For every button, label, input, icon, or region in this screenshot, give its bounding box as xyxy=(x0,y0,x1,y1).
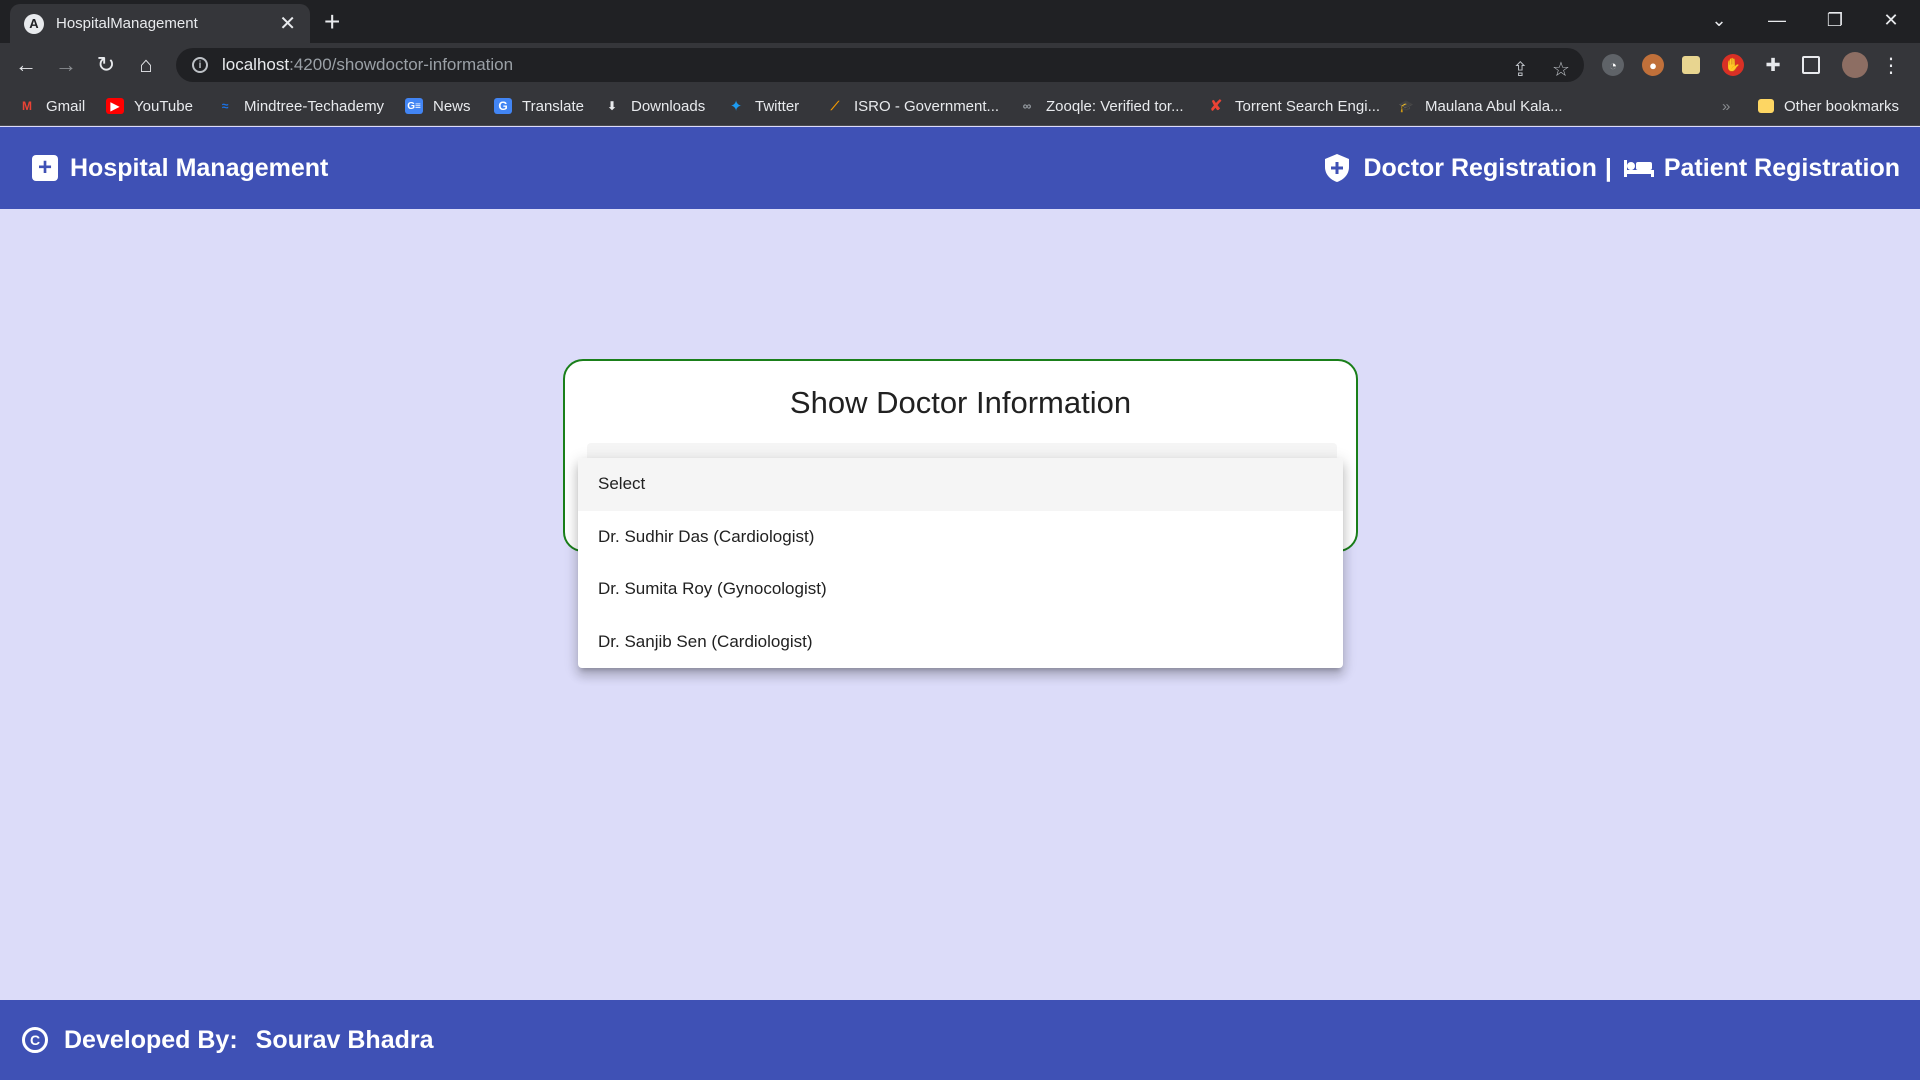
bookmark-news[interactable]: G≡ News xyxy=(405,87,471,125)
copyright-icon: C xyxy=(22,1027,48,1053)
bookmark-youtube[interactable]: ▶ YouTube xyxy=(106,87,193,125)
mindtree-icon: ≈ xyxy=(221,99,229,113)
tab-search-icon[interactable]: ⌄ xyxy=(1690,0,1748,40)
twitter-icon: ✦ xyxy=(729,98,743,115)
forward-arrow-icon[interactable]: → xyxy=(52,51,80,79)
app-brand[interactable]: + Hospital Management xyxy=(32,127,328,209)
bookmark-downloads[interactable]: ⬇ Downloads xyxy=(603,87,705,125)
nav-separator: | xyxy=(1604,153,1612,182)
shield-icon xyxy=(1325,154,1350,182)
app-footer: C Developed By: Sourav Bhadra xyxy=(0,1000,1920,1080)
bookmark-star-icon[interactable]: ☆ xyxy=(1552,57,1570,82)
bookmark-maulana[interactable]: 🎓 Maulana Abul Kala... xyxy=(1397,87,1563,125)
close-window-button[interactable]: ✕ xyxy=(1862,0,1920,40)
reload-icon[interactable]: ↻ xyxy=(92,51,120,79)
patient-registration-label: Patient Registration xyxy=(1663,153,1900,182)
bookmarks-bar: M Gmail ▶ YouTube ≈ Mindtree-Techademy G≡ Ne… xyxy=(0,87,1920,126)
torrent-icon: ✘ xyxy=(1209,98,1223,115)
translate-icon: G xyxy=(494,98,512,114)
footer-author: Sourav Bhadra xyxy=(255,1025,434,1054)
doctor-registration-label: Doctor Registration xyxy=(1363,153,1597,182)
news-icon: G≡ xyxy=(405,98,423,114)
minimize-button[interactable]: — xyxy=(1748,0,1806,40)
extensions-puzzle-icon[interactable]: ✚ xyxy=(1762,54,1784,76)
url-host: localhost xyxy=(222,55,290,74)
footer-label: Developed By: xyxy=(64,1025,238,1054)
share-icon[interactable]: ⇪ xyxy=(1512,57,1529,82)
browser-tab-strip: A HospitalManagement ✕ + ⌄ — ❐ ✕ xyxy=(0,0,1920,43)
bed-icon xyxy=(1623,160,1654,177)
side-panel-icon[interactable] xyxy=(1802,56,1820,74)
zooqle-icon: ∞ xyxy=(1022,99,1032,113)
angular-favicon-icon: A xyxy=(24,13,44,34)
header-nav: Doctor Registration | Patient Registrati… xyxy=(1325,127,1900,209)
doctor-registration-link[interactable]: Doctor Registration xyxy=(1325,153,1597,183)
download-icon: ⬇ xyxy=(606,99,618,113)
isro-icon: ⟋ xyxy=(830,98,840,113)
graduation-icon: 🎓 xyxy=(1398,99,1414,113)
home-icon[interactable]: ⌂ xyxy=(132,51,160,79)
brand-title: Hospital Management xyxy=(70,153,329,182)
bookmark-twitter[interactable]: ✦ Twitter xyxy=(727,87,799,125)
close-tab-icon[interactable]: ✕ xyxy=(279,11,296,36)
adblock-extension-icon[interactable]: ✋ xyxy=(1722,54,1744,76)
bookmark-gmail[interactable]: M Gmail xyxy=(18,87,85,125)
back-arrow-icon[interactable]: ← xyxy=(12,51,40,79)
cookie-extension-icon[interactable]: ● xyxy=(1642,54,1664,76)
select-option-sanjib-sen[interactable]: Dr. Sanjib Sen (Cardiologist) xyxy=(578,616,1343,669)
app-header: + Hospital Management Doctor Registratio… xyxy=(0,127,1920,209)
address-bar[interactable]: i localhost :4200/showdoctor-information… xyxy=(176,48,1584,82)
bookmark-torrent[interactable]: ✘ Torrent Search Engi... xyxy=(1207,87,1380,125)
bookmark-translate[interactable]: G Translate xyxy=(494,87,584,125)
restore-button[interactable]: ❐ xyxy=(1806,0,1864,40)
browser-toolbar: ← → ↻ ⌂ i localhost :4200/showdoctor-inf… xyxy=(0,43,1920,87)
extension-1-icon[interactable]: ◔ xyxy=(1602,54,1624,76)
site-info-icon[interactable]: i xyxy=(192,57,208,73)
select-option-sudhir-das[interactable]: Dr. Sudhir Das (Cardiologist) xyxy=(578,511,1343,564)
doctor-select-dropdown: Select Dr. Sudhir Das (Cardiologist) Dr.… xyxy=(578,458,1343,668)
url-path: :4200/showdoctor-information xyxy=(289,55,514,74)
bookmark-mindtree[interactable]: ≈ Mindtree-Techademy xyxy=(216,87,384,125)
profile-avatar[interactable] xyxy=(1842,52,1868,78)
browser-menu-icon[interactable]: ⋮ xyxy=(1880,54,1902,77)
select-option-sumita-roy[interactable]: Dr. Sumita Roy (Gynocologist) xyxy=(578,563,1343,616)
bookmark-other[interactable]: Other bookmarks xyxy=(1758,87,1899,125)
folder-icon xyxy=(1758,99,1774,113)
notes-extension-icon[interactable] xyxy=(1682,56,1700,74)
bookmark-isro[interactable]: ⟋ ISRO - Government... xyxy=(826,87,999,125)
patient-registration-link[interactable]: Patient Registration xyxy=(1623,153,1900,183)
new-tab-button[interactable]: + xyxy=(324,6,340,38)
bookmark-zooqle[interactable]: ∞ Zooqle: Verified tor... xyxy=(1018,87,1184,125)
gmail-icon: M xyxy=(22,99,32,113)
medical-plus-icon: + xyxy=(32,155,58,181)
youtube-icon: ▶ xyxy=(106,98,124,114)
bookmarks-overflow-icon[interactable]: » xyxy=(1722,87,1730,125)
tab-title: HospitalManagement xyxy=(56,15,198,32)
select-option-placeholder[interactable]: Select xyxy=(578,458,1343,511)
card-title: Show Doctor Information xyxy=(789,385,1132,420)
browser-tab[interactable]: A HospitalManagement ✕ xyxy=(10,4,310,43)
